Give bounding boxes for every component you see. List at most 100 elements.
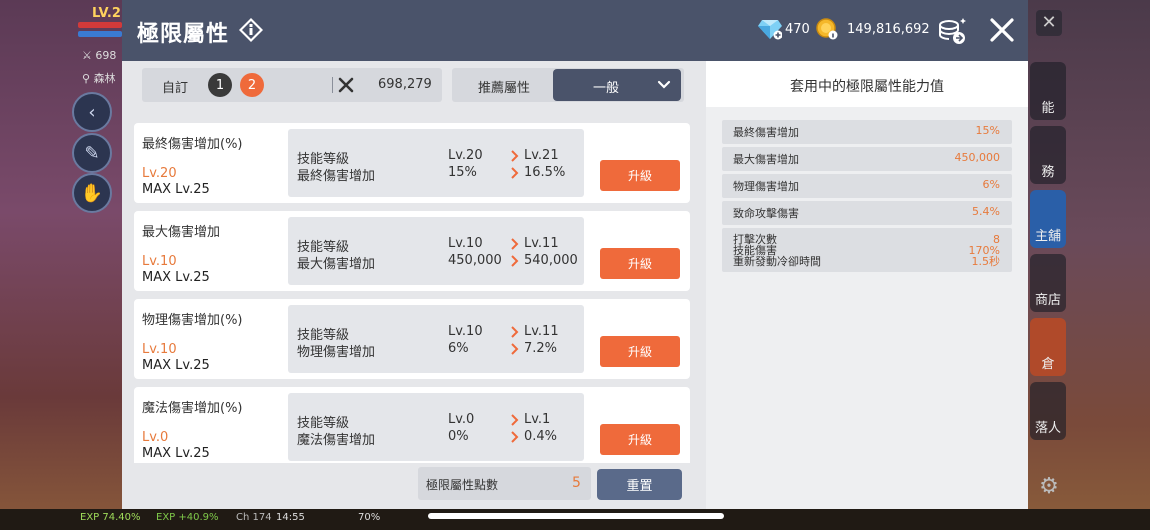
side-menu-ability[interactable]: 能: [1030, 62, 1066, 120]
preset-divider: [332, 77, 333, 93]
attribute-name: 最大傷害增加: [142, 225, 221, 240]
detail-row2-label: 最終傷害增加: [297, 169, 376, 184]
chevron-down-icon: [657, 80, 671, 89]
coin-exchange-icon[interactable]: [936, 15, 968, 47]
side-menu-shop-label: 主舖: [1034, 229, 1061, 244]
battery-text: 70%: [358, 512, 381, 523]
applied-skill-stats: 打擊次數 8 技能傷害 170% 重新發動冷卻時間 1.5秒: [722, 228, 1012, 272]
applied-stat-row: 最終傷害增加 15%: [722, 120, 1012, 144]
applied-stat-row: 物理傷害增加 6%: [722, 174, 1012, 198]
arrow-right-icon: [511, 414, 519, 426]
recommend-attribute-box: 推薦屬性 一般: [452, 68, 684, 102]
attribute-detail: 技能等級 Lv.10 Lv.11 最大傷害增加 450,000 540,000: [288, 217, 584, 285]
applied-stats-title: 套用中的極限屬性能力值: [790, 79, 944, 95]
applied-stat-name: 物理傷害增加: [733, 180, 799, 193]
attribute-points-box: 極限屬性點數 5: [418, 467, 591, 500]
attribute-max-level: MAX Lv.25: [142, 182, 210, 197]
combat-power-value: 698,279: [378, 77, 432, 92]
detail-row2-to: 16.5%: [524, 165, 566, 180]
preset-label: 自訂: [162, 81, 189, 96]
applied-stat-value: 450,000: [954, 151, 1001, 164]
detail-row2-to: 540,000: [524, 253, 578, 268]
arrow-right-icon: [511, 167, 519, 179]
arrow-right-icon: [511, 150, 519, 162]
preset-selector: 自訂 1 2 698,279: [142, 68, 442, 102]
applied-stat-name: 致命攻擊傷害: [733, 207, 799, 220]
applied-stat-row: 致命攻擊傷害 5.4%: [722, 201, 1012, 225]
extreme-attribute-dialog: 極限屬性 470 149,816,692 自訂 1 2 698,279 推薦屬性…: [122, 0, 1028, 509]
side-menu-storage[interactable]: 倉: [1030, 318, 1066, 376]
settings-gear-icon[interactable]: ⚙: [1036, 474, 1062, 500]
attribute-level: Lv.10: [142, 254, 177, 269]
attribute-name: 物理傷害增加(%): [142, 313, 243, 328]
attribute-detail: 技能等級 Lv.10 Lv.11 物理傷害增加 6% 7.2%: [288, 305, 584, 373]
detail-row2-to: 0.4%: [524, 429, 558, 444]
meso-count: 149,816,692: [847, 22, 930, 37]
applied-stats-panel: 套用中的極限屬性能力值 最終傷害增加 15% 最大傷害增加 450,000 物理…: [706, 61, 1028, 509]
info-icon[interactable]: [238, 17, 264, 43]
recommend-dropdown[interactable]: 一般: [553, 69, 681, 101]
attribute-max-level: MAX Lv.25: [142, 446, 210, 461]
applied-stat-value: 6%: [982, 178, 1000, 191]
attribute-max-level: MAX Lv.25: [142, 358, 210, 373]
applied-stats-header: 套用中的極限屬性能力值: [706, 61, 1028, 107]
upgrade-button[interactable]: 升級: [600, 248, 680, 279]
dialog-title: 極限屬性: [137, 22, 230, 47]
applied-stat-name: 重新發動冷卻時間: [733, 255, 821, 268]
arrow-right-icon: [511, 255, 519, 267]
attribute-list-panel: 自訂 1 2 698,279 推薦屬性 一般 最終傷害增加(%) Lv.20 M…: [122, 61, 706, 509]
applied-stat-name: 最終傷害增加: [733, 126, 799, 139]
player-bars: [78, 22, 122, 40]
side-menu-shop[interactable]: 主舖: [1030, 190, 1066, 248]
attribute-name: 魔法傷害增加(%): [142, 401, 243, 416]
side-menu-friends[interactable]: 落人: [1030, 382, 1066, 440]
attribute-scroll-list[interactable]: 最終傷害增加(%) Lv.20 MAX Lv.25 技能等級 Lv.20 Lv.…: [134, 123, 694, 463]
meso-coin-icon: [816, 18, 838, 40]
attribute-level: Lv.0: [142, 430, 169, 445]
detail-row1-from: Lv.10: [448, 236, 483, 251]
upgrade-button[interactable]: 升級: [600, 160, 680, 191]
upgrade-button[interactable]: 升級: [600, 424, 680, 455]
attribute-level: Lv.20: [142, 166, 177, 181]
exp-percent: EXP 74.40%: [80, 512, 141, 523]
detail-row1-to: Lv.21: [524, 148, 559, 163]
player-location-value: 森林: [93, 72, 116, 85]
side-menu-store[interactable]: 商店: [1030, 254, 1066, 312]
exp-bonus: EXP +40.9%: [156, 512, 219, 523]
attribute-card: 最終傷害增加(%) Lv.20 MAX Lv.25 技能等級 Lv.20 Lv.…: [134, 123, 690, 203]
side-menu-quest[interactable]: 務: [1030, 126, 1066, 184]
detail-row1-from: Lv.20: [448, 148, 483, 163]
attribute-detail: 技能等級 Lv.0 Lv.1 魔法傷害增加 0% 0.4%: [288, 393, 584, 461]
attribute-card: 物理傷害增加(%) Lv.10 MAX Lv.25 技能等級 Lv.10 Lv.…: [134, 299, 690, 379]
detail-row1-from: Lv.10: [448, 324, 483, 339]
detail-row2-to: 7.2%: [524, 341, 558, 356]
detail-row2-from: 0%: [448, 429, 469, 444]
detail-row2-label: 最大傷害增加: [297, 257, 376, 272]
arrow-right-icon: [511, 238, 519, 250]
applied-stat-value: 1.5秒: [971, 255, 1001, 268]
reset-button[interactable]: 重置: [597, 469, 682, 500]
points-value: 5: [572, 475, 581, 491]
detail-row1-from: Lv.0: [448, 412, 475, 427]
preset-slot-1[interactable]: 1: [208, 73, 232, 97]
applied-stat-row: 最大傷害增加 450,000: [722, 147, 1012, 171]
diamond-gem-icon: [758, 20, 782, 40]
attribute-level: Lv.10: [142, 342, 177, 357]
detail-row1-to: Lv.1: [524, 412, 551, 427]
attribute-card: 魔法傷害增加(%) Lv.0 MAX Lv.25 技能等級 Lv.0 Lv.1 …: [134, 387, 690, 463]
outer-close-icon[interactable]: ✕: [1036, 10, 1062, 36]
back-arrow-icon[interactable]: ‹: [72, 92, 112, 132]
player-power-small: ⚔ 698: [82, 49, 117, 62]
channel-text: Ch 174: [236, 512, 272, 523]
handshake-icon[interactable]: ✋: [72, 173, 112, 213]
arrow-right-icon: [511, 326, 519, 338]
preset-slot-2[interactable]: 2: [240, 73, 264, 97]
close-icon[interactable]: [988, 16, 1016, 44]
quest-scroll-icon[interactable]: ✎: [72, 133, 112, 173]
upgrade-button[interactable]: 升級: [600, 336, 680, 367]
player-power-small-value: 698: [95, 49, 117, 62]
detail-row2-from: 15%: [448, 165, 477, 180]
home-indicator[interactable]: [428, 513, 724, 519]
attribute-max-level: MAX Lv.25: [142, 270, 210, 285]
detail-row2-label: 魔法傷害增加: [297, 433, 376, 448]
